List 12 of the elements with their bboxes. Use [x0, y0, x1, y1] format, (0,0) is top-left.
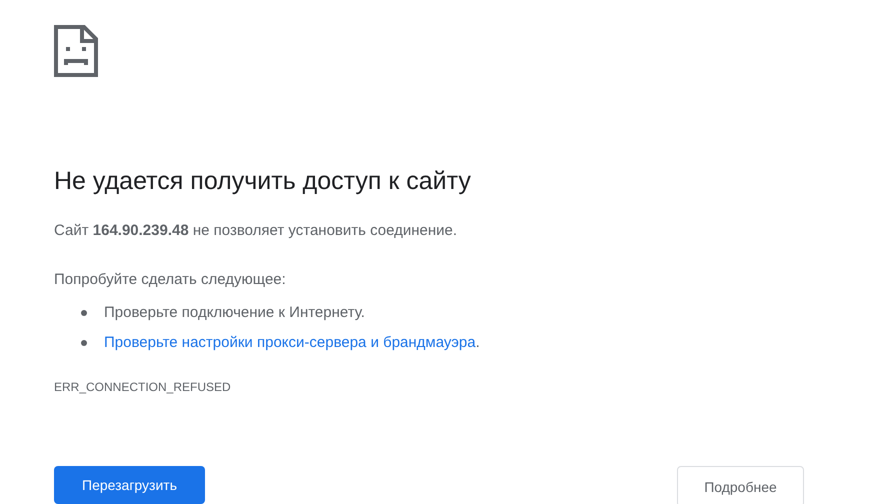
error-heading: Не удается получить доступ к сайту: [54, 166, 472, 197]
proxy-settings-link[interactable]: Проверьте настройки прокси-сервера и брандмауэра: [104, 331, 476, 355]
sad-page-icon: [54, 25, 98, 77]
reload-button[interactable]: Перезагрузить: [54, 466, 205, 504]
suggestion-text: Проверьте подключение к Интернету.: [104, 303, 365, 323]
bullet-icon: [81, 310, 87, 316]
error-summary: Сайт 164.90.239.48 не позволяет установить соединение.: [54, 221, 458, 241]
error-code: ERR_CONNECTION_REFUSED: [54, 379, 232, 395]
link-period: .: [476, 333, 480, 353]
details-button[interactable]: Подробнее: [677, 466, 804, 504]
suggestions-title: Попробуйте сделать следующее:: [54, 270, 287, 290]
bullet-icon: [81, 340, 87, 346]
